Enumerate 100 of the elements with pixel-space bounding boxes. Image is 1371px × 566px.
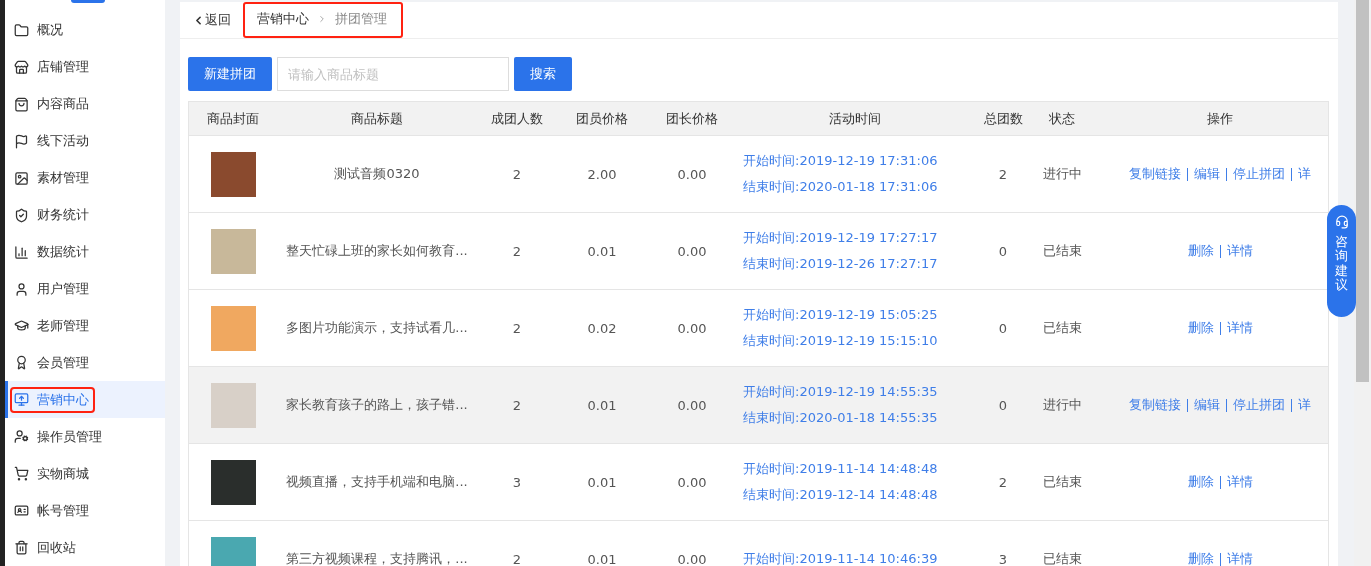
sidebar-item[interactable]: 店铺管理 [5, 48, 165, 86]
start-time: 开始时间:2019-11-14 14:48:48 [743, 460, 938, 478]
table-cell: 0.00 [677, 551, 707, 566]
shield-icon [14, 207, 29, 223]
table-cell: 2.00 [587, 166, 617, 182]
sidebar-label: 店铺管理 [37, 58, 89, 77]
sidebar-label: 用户管理 [37, 280, 89, 299]
action-link[interactable]: 复制链接 [1129, 396, 1181, 414]
table-cell: 2 [512, 166, 522, 182]
table-cell: 进行中 [1042, 165, 1082, 183]
sidebar-item[interactable]: 回收站 [5, 529, 165, 566]
breadcrumb-item[interactable]: 拼团管理 [335, 10, 387, 28]
sidebar-item[interactable]: 会员管理 [5, 344, 165, 382]
end-time: 结束时间:2019-12-19 15:15:10 [743, 332, 938, 350]
table-cell: 2 [512, 243, 522, 259]
feedback-button[interactable]: 咨询建议 [1327, 205, 1356, 317]
photo-placeholder [210, 382, 256, 428]
user-gear-icon [14, 429, 29, 445]
action-link[interactable]: 停止拼团 [1233, 165, 1285, 183]
action-link[interactable]: 详情 [1226, 319, 1253, 337]
sidebar-item[interactable]: 老师管理 [5, 307, 165, 345]
table-cell: 2 [998, 474, 1008, 490]
action-link[interactable]: 编辑 [1194, 396, 1220, 414]
table-cell: 已结束 [1042, 550, 1082, 566]
action-link[interactable]: 删除 [1187, 473, 1214, 491]
table-cell: 0.01 [587, 551, 617, 566]
action-link[interactable]: 复制链接 [1129, 165, 1181, 183]
bar-chart-icon [14, 244, 29, 260]
table-cell: 0.01 [587, 474, 617, 490]
sidebar-item[interactable]: 营销中心 [5, 381, 165, 419]
action-link[interactable]: 详情 [1226, 473, 1253, 491]
sidebar-label: 营销中心 [37, 390, 89, 409]
start-time: 开始时间:2019-11-14 10:46:39 [743, 550, 938, 566]
action-link[interactable]: 删除 [1187, 550, 1214, 566]
sidebar-label: 素材管理 [37, 169, 89, 188]
back-link[interactable]: 返回 [192, 11, 231, 29]
sidebar-item[interactable]: 线下活动 [5, 122, 165, 160]
sidebar-item[interactable]: 素材管理 [5, 159, 165, 197]
cart-icon [14, 466, 29, 482]
sidebar-item[interactable]: 财务统计 [5, 196, 165, 234]
table-cell: 2 [512, 551, 522, 566]
table-cell: 0.00 [677, 397, 707, 413]
column-header: 团员价格 [575, 109, 629, 128]
new-group-button[interactable]: 新建拼团 [188, 57, 272, 91]
action-link[interactable]: 删除 [1187, 242, 1214, 260]
photo-placeholder [210, 305, 256, 351]
column-header: 状态 [1048, 109, 1076, 128]
start-time: 开始时间:2019-12-19 17:27:17 [743, 229, 938, 247]
sidebar-item[interactable]: 实物商城 [5, 455, 165, 493]
table-cell: 整天忙碌上班的家长如何教育... [286, 242, 468, 260]
action-link[interactable]: 详 [1298, 165, 1311, 183]
scrollbar-thumb[interactable] [1356, 0, 1369, 382]
action-link[interactable]: 详情 [1226, 550, 1253, 566]
table-cell: 2 [512, 397, 522, 413]
sidebar-item[interactable]: 操作员管理 [5, 418, 165, 456]
sidebar-label: 会员管理 [37, 353, 89, 372]
sidebar-label: 线下活动 [37, 132, 89, 151]
table-cell: 0.01 [587, 397, 617, 413]
column-header: 商品封面 [206, 109, 260, 128]
photo-placeholder [210, 228, 256, 274]
table-cell: 0.00 [677, 320, 707, 336]
image-icon [14, 170, 29, 186]
action-link[interactable]: 详 [1298, 396, 1311, 414]
trash-icon [14, 540, 29, 556]
bag-icon [14, 96, 29, 112]
flag-icon [14, 133, 29, 149]
sidebar-item[interactable]: 帐号管理 [5, 492, 165, 530]
action-link[interactable]: 编辑 [1194, 165, 1220, 183]
store-icon [14, 59, 29, 75]
sidebar-item[interactable]: 用户管理 [5, 270, 165, 308]
end-time: 结束时间:2020-01-18 17:31:06 [743, 178, 938, 196]
table-cell: 0.02 [587, 320, 617, 336]
table-cell: 测试音频0320 [334, 165, 420, 183]
chevron-icon [317, 14, 327, 24]
sidebar-item[interactable]: 数据统计 [5, 233, 165, 271]
action-link[interactable]: 删除 [1187, 319, 1214, 337]
table-cell: 0 [998, 320, 1008, 336]
sidebar-label: 数据统计 [37, 243, 89, 262]
table-cell: 0 [998, 243, 1008, 259]
search-field[interactable]: 请输入商品标题 [277, 57, 509, 91]
table-cell: 0.00 [677, 474, 707, 490]
table-cell: 第三方视频课程，支持腾讯，... [286, 550, 468, 566]
breadcrumb-item[interactable]: 营销中心 [257, 10, 309, 28]
search-button[interactable]: 搜索 [514, 57, 572, 91]
monitor-icon [14, 392, 29, 408]
sidebar-item[interactable]: 内容商品 [5, 85, 165, 123]
sidebar-item[interactable]: 概况 [5, 12, 165, 49]
table-cell: 进行中 [1042, 396, 1082, 414]
folder-icon [14, 22, 29, 38]
start-time: 开始时间:2019-12-19 15:05:25 [743, 306, 938, 324]
action-link[interactable]: 停止拼团 [1233, 396, 1285, 414]
sidebar-label: 操作员管理 [37, 427, 102, 446]
column-header: 商品标题 [350, 109, 404, 128]
sidebar-label: 帐号管理 [37, 501, 89, 520]
action-link[interactable]: 详情 [1226, 242, 1253, 260]
column-header: 活动时间 [827, 109, 882, 128]
sidebar-label: 回收站 [37, 538, 76, 557]
start-time: 开始时间:2019-12-19 17:31:06 [743, 152, 938, 170]
id-card-icon [14, 503, 29, 519]
partial-tab[interactable] [71, 0, 105, 3]
